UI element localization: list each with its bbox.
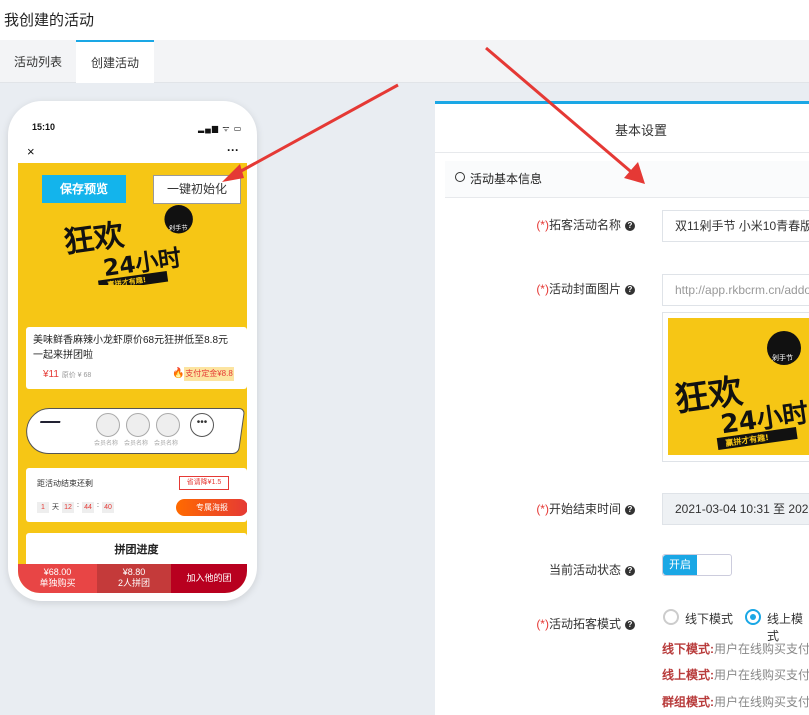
- cover-url-input[interactable]: http://app.rkbcrm.cn/addo: [662, 274, 809, 306]
- status-icons: ▂▄▆ ᯤ ▭: [198, 124, 243, 133]
- required-mark: (*): [536, 502, 549, 516]
- deal-price-value: ¥11: [43, 369, 59, 380]
- hero-poster-graphic: 狂欢 24小时 赢拼才有趣! 剁手节: [62, 205, 193, 285]
- activity-name-input[interactable]: 双11剁手节 小米10青春版: [662, 210, 809, 242]
- join-group-button[interactable]: 加入他的团: [171, 564, 247, 593]
- help-icon[interactable]: ?: [625, 566, 635, 576]
- member-name: 会员名称: [94, 441, 119, 447]
- online-mode-label[interactable]: 线上模式: [767, 610, 809, 644]
- label-text: 活动拓客模式: [548, 617, 621, 631]
- label-text: 拓客活动名称: [548, 218, 621, 232]
- section-circle-icon: [455, 172, 465, 182]
- date-range-input[interactable]: 2021-03-04 10:31 至 2021: [662, 493, 809, 525]
- offline-mode-radio[interactable]: [663, 609, 679, 625]
- mode-note-key: 群组模式:: [662, 695, 714, 709]
- mode-note-text: 用户在线购买支付: [714, 695, 809, 709]
- phone-screen: 狂欢 24小时 赢拼才有趣! 剁手节 保存预览 一键初始化 美味鲜香麻辣小龙虾原…: [18, 163, 247, 593]
- cover-image: 狂欢 24小时 赢拼才有趣! 剁手节: [668, 318, 809, 455]
- save-preview-button[interactable]: 保存预览: [42, 175, 126, 203]
- offline-mode-label[interactable]: 线下模式: [685, 610, 733, 627]
- settings-title: 基本设置: [615, 123, 668, 138]
- activity-status-label: 当前活动状态?: [435, 561, 635, 578]
- deal-original-price: 原价 ¥ 68: [61, 372, 92, 379]
- countdown-card: 距活动结束还剩 省请降¥1.5 1 天 12 : 44 : 40 专属海报: [26, 468, 247, 522]
- status-time: 15:10: [32, 122, 56, 132]
- member-name: 会员名称: [124, 441, 149, 447]
- help-icon[interactable]: ?: [625, 620, 635, 630]
- top-bar: 我创建的活动: [0, 0, 809, 40]
- close-icon[interactable]: ×: [27, 144, 35, 159]
- settings-header: 基本设置: [435, 104, 809, 153]
- mode-note-key: 线上模式:: [662, 668, 714, 682]
- buy-alone-price: ¥68.00: [43, 567, 72, 577]
- label-text: 活动封面图片: [548, 282, 621, 296]
- cover-badge: 剁手节: [772, 353, 793, 362]
- label-text: 当前活动状态: [548, 563, 621, 577]
- countdown-days: 1: [37, 502, 49, 513]
- section-title: 活动基本信息: [470, 172, 543, 186]
- page-title: 我创建的活动: [4, 12, 95, 29]
- tab-create-activity[interactable]: 创建活动: [76, 40, 154, 83]
- start-end-time-label: (*)开始结束时间?: [435, 500, 635, 517]
- mode-note-group: 群组模式:用户在线购买支付: [662, 693, 809, 710]
- cover-image-label: (*)活动封面图片?: [435, 280, 635, 297]
- member-name: 会员名称: [154, 441, 179, 447]
- more-members-icon[interactable]: •••: [190, 413, 214, 437]
- help-icon[interactable]: ?: [625, 285, 635, 295]
- more-icon[interactable]: ···: [227, 143, 239, 157]
- countdown-hours: 12: [62, 502, 74, 513]
- mode-note-text: 用户在线购买支付: [714, 668, 809, 682]
- label-text: 开始结束时间: [548, 502, 621, 516]
- required-mark: (*): [536, 218, 549, 232]
- status-toggle-on: 开启: [663, 555, 697, 575]
- member-avatar: [126, 413, 150, 437]
- group-buy-price: ¥8.80: [122, 567, 146, 577]
- bottom-action-bar: ¥68.00 单独购买 ¥8.80 2人拼团 加入他的团: [18, 564, 247, 593]
- buy-alone-label: 单独购买: [39, 578, 76, 588]
- fire-icon: 🔥: [172, 368, 185, 379]
- required-mark: (*): [536, 282, 549, 296]
- group-buy-label: 2人拼团: [117, 578, 150, 588]
- mode-note-text: 用户在线购买支付: [714, 642, 809, 656]
- countdown-badge: 省请降¥1.5: [179, 476, 229, 490]
- countdown-minutes: 44: [82, 502, 94, 513]
- acquisition-mode-label: (*)活动拓客模式?: [435, 615, 635, 632]
- settings-panel: 基本设置 活动基本信息 (*)拓客活动名称? 双11剁手节 小米10青春版 (*…: [435, 101, 809, 715]
- help-icon[interactable]: ?: [625, 221, 635, 231]
- progress-title: 拼团进度: [114, 544, 159, 556]
- countdown-day-unit: 天: [52, 504, 59, 511]
- one-click-init-button[interactable]: 一键初始化: [153, 175, 241, 204]
- deposit-badge: 支付定金¥8.8: [184, 367, 234, 381]
- deal-price: ¥11 原价 ¥ 68: [43, 369, 91, 380]
- countdown-label: 距活动结束还剩: [37, 479, 93, 488]
- deal-card: 美味鲜香麻辣小龙虾原价68元狂拼低至8.8元一起来拼团啦 ¥11 原价 ¥ 68…: [26, 327, 247, 389]
- online-mode-radio[interactable]: [745, 609, 761, 625]
- member-avatar: [156, 413, 180, 437]
- deal-title: 美味鲜香麻辣小龙虾原价68元狂拼低至8.8元一起来拼团啦: [33, 335, 229, 361]
- hero-badge: 剁手节: [169, 224, 188, 232]
- status-toggle[interactable]: 开启: [662, 554, 732, 576]
- required-mark: (*): [536, 617, 549, 631]
- phone-preview: 15:10 ▂▄▆ ᯤ ▭ × ··· 狂欢 24小时 赢拼才有趣! 剁手节 保…: [8, 101, 257, 601]
- phone-notch: [66, 101, 198, 125]
- help-icon[interactable]: ?: [625, 505, 635, 515]
- mode-note-offline: 线下模式:用户在线购买支付: [662, 640, 809, 657]
- tab-bar: 活动列表 创建活动: [0, 40, 809, 83]
- countdown-seconds: 40: [102, 502, 114, 513]
- section-header: 活动基本信息: [445, 161, 809, 198]
- tab-activity-list[interactable]: 活动列表: [0, 40, 76, 82]
- member-avatar: [96, 413, 120, 437]
- buy-alone-button[interactable]: ¥68.00 单独购买: [18, 564, 97, 593]
- exclusive-poster-button[interactable]: 专属海报: [176, 499, 247, 516]
- mode-note-key: 线下模式:: [662, 642, 714, 656]
- mode-note-online: 线上模式:用户在线购买支付: [662, 666, 809, 683]
- activity-name-label: (*)拓客活动名称?: [435, 216, 635, 233]
- cover-image-preview[interactable]: 狂欢 24小时 赢拼才有趣! 剁手节: [662, 312, 809, 462]
- group-buy-button[interactable]: ¥8.80 2人拼团: [97, 564, 171, 593]
